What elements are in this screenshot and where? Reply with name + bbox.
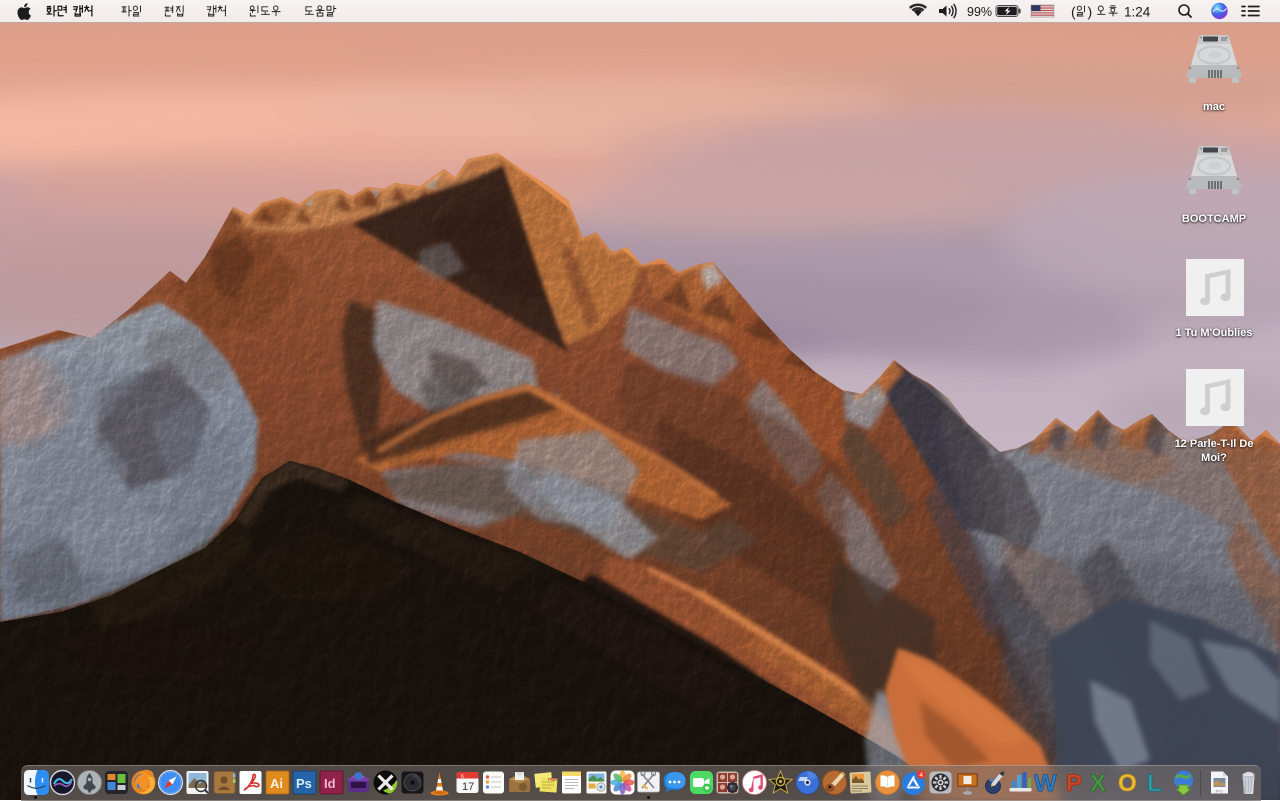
svg-text:4: 4	[920, 772, 924, 779]
svg-text:Ps: Ps	[296, 776, 312, 791]
svg-text:W: W	[1034, 770, 1057, 796]
svg-text:O: O	[1118, 770, 1137, 796]
svg-text:(: (	[1071, 4, 1076, 20]
svg-text:17: 17	[462, 781, 474, 793]
svg-text:99%: 99%	[967, 5, 992, 19]
svg-text:JPG: JPG	[1215, 789, 1223, 794]
svg-text:): )	[1088, 4, 1093, 20]
svg-text:Plan: Plan	[548, 777, 558, 782]
svg-text:L: L	[1147, 770, 1162, 796]
svg-text:Id: Id	[324, 776, 336, 791]
svg-text:X: X	[1090, 770, 1106, 796]
svg-text:1:24: 1:24	[1124, 5, 1151, 20]
svg-text:Ai: Ai	[270, 776, 283, 791]
svg-text:P: P	[1066, 770, 1082, 796]
svg-text:6: 6	[461, 774, 464, 780]
